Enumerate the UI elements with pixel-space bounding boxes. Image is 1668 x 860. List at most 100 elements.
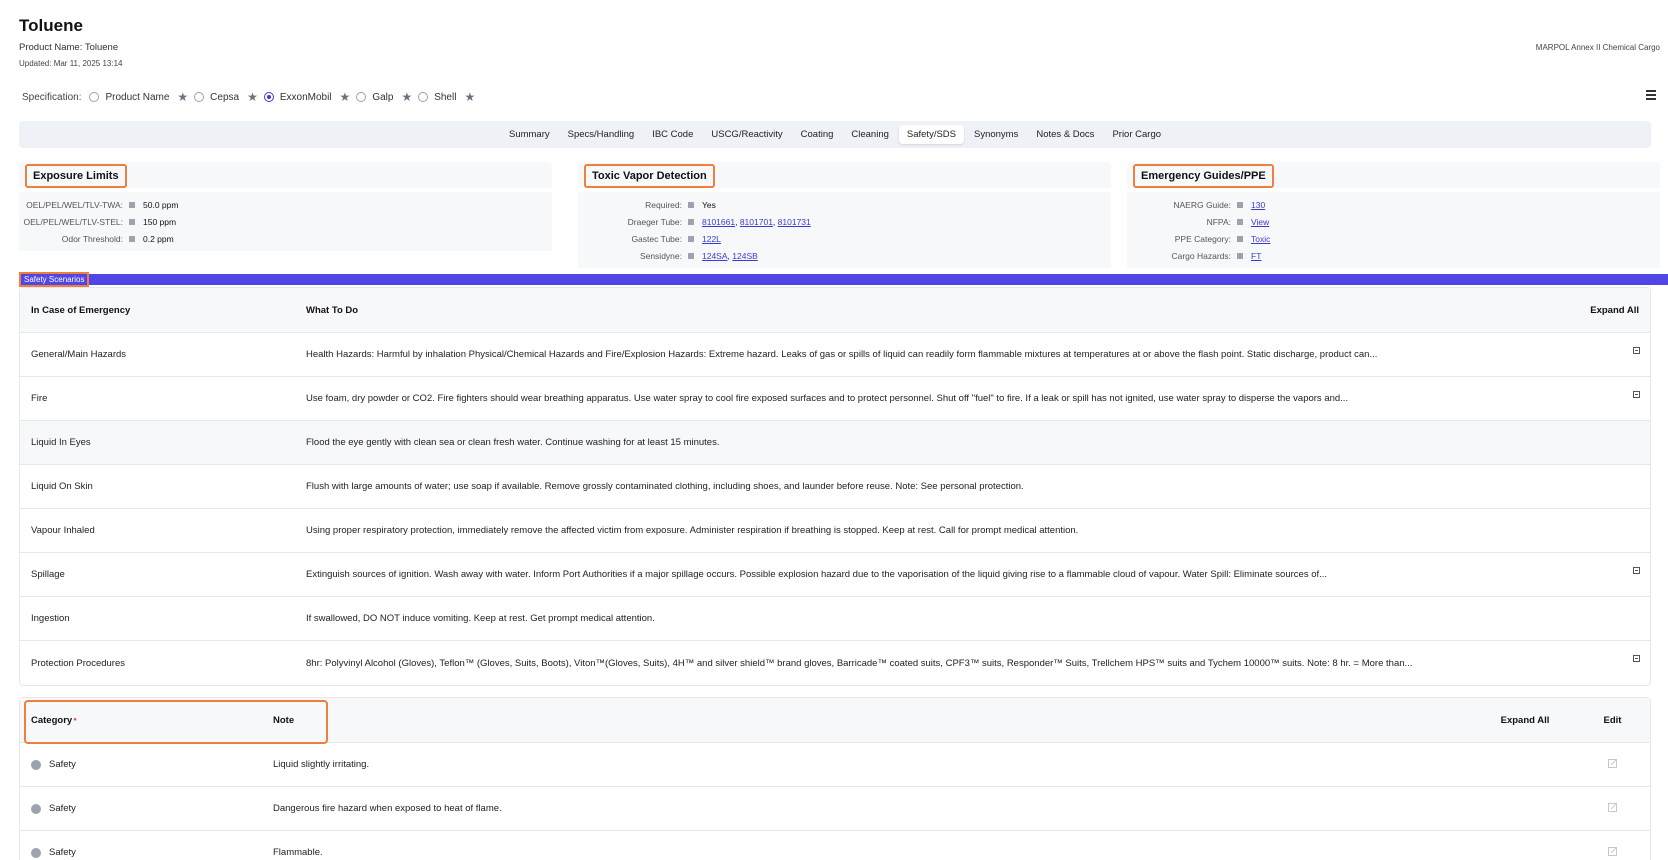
spec-option-exxonmobil[interactable]: ExxonMobil ★ xyxy=(263,90,351,104)
safety-scenarios-label: Safety Scenarios xyxy=(19,272,90,287)
bullet-icon xyxy=(129,235,135,242)
emergency-cell: Protection Procedures xyxy=(31,657,125,669)
expand-row-icon[interactable] xyxy=(1633,391,1640,398)
radio-button[interactable] xyxy=(356,92,367,102)
expand-all-button[interactable]: Expand All xyxy=(1530,305,1650,316)
status-dot-icon xyxy=(31,759,41,770)
tab-ibc-code[interactable]: IBC Code xyxy=(644,125,701,144)
edit-button[interactable] xyxy=(1575,802,1650,815)
note-cell: Dangerous fire hazard when exposed to he… xyxy=(273,803,502,814)
star-icon[interactable]: ★ xyxy=(340,90,351,104)
kv-key: PPE Category: xyxy=(1174,233,1231,244)
bullet-icon xyxy=(688,201,694,208)
card-body: Required: Yes Draeger Tube: 8101661, 81017… xyxy=(578,192,1111,268)
expand-row-icon[interactable] xyxy=(1633,655,1640,662)
emergency-guides-title: Emergency Guides/PPE xyxy=(1133,164,1274,188)
table-row: Spillage Extinguish sources of ignition.… xyxy=(20,553,1650,597)
column-header-emergency: In Case of Emergency xyxy=(31,304,131,316)
edit-icon[interactable] xyxy=(1607,758,1618,768)
spec-option-label: Galp xyxy=(372,91,394,103)
spec-option-shell[interactable]: Shell ★ xyxy=(418,90,475,104)
kv-key: NFPA: xyxy=(1206,216,1231,227)
table-row: Ingestion If swallowed, DO NOT induce vo… xyxy=(20,597,1650,641)
tab-specs-handling[interactable]: Specs/Handling xyxy=(560,125,643,144)
product-title: Toluene xyxy=(19,16,83,35)
ppe-category-link[interactable]: Toxic xyxy=(1251,234,1270,244)
naerg-guide-link[interactable]: 130 xyxy=(1251,200,1265,210)
edit-icon[interactable] xyxy=(1607,802,1618,812)
sensidyne-link[interactable]: 124SA xyxy=(702,251,728,261)
kv-row: Sensidyne: 124SA, 124SB xyxy=(578,247,1111,264)
expand-all-button[interactable]: Expand All xyxy=(1475,715,1575,726)
exposure-limits-title: Exposure Limits xyxy=(25,164,127,188)
toxic-vapor-card: Toxic Vapor Detection Required: Yes Draeg… xyxy=(578,162,1111,268)
kv-key: Draeger Tube: xyxy=(627,216,682,227)
tab-synonyms[interactable]: Synonyms xyxy=(966,125,1026,144)
edit-icon[interactable] xyxy=(1607,846,1618,856)
emergency-cell: Liquid In Eyes xyxy=(31,437,91,448)
star-icon[interactable]: ★ xyxy=(401,90,412,104)
draeger-link[interactable]: 8101731 xyxy=(778,217,811,227)
cargo-hazards-link[interactable]: FT xyxy=(1251,251,1261,261)
edit-button[interactable] xyxy=(1575,846,1650,859)
sensidyne-link[interactable]: 124SB xyxy=(732,251,758,261)
tab-summary[interactable]: Summary xyxy=(501,125,558,144)
table-row: Safety Liquid slightly irritating. xyxy=(20,743,1650,787)
emergency-cell: Spillage xyxy=(31,569,65,580)
kv-value: 122L xyxy=(702,234,721,244)
bullet-icon xyxy=(129,218,135,225)
draeger-link[interactable]: 8101661 xyxy=(702,217,735,227)
tab-cleaning[interactable]: Cleaning xyxy=(843,125,897,144)
kv-value: FT xyxy=(1251,251,1261,261)
draeger-link[interactable]: 8101701 xyxy=(740,217,773,227)
tab-prior-cargo[interactable]: Prior Cargo xyxy=(1104,125,1169,144)
card-body: OEL/PEL/WEL/TLV-TWA: 50.0 ppm OEL/PEL/WEL… xyxy=(19,192,552,251)
radio-button[interactable] xyxy=(418,92,429,102)
table-header: In Case of Emergency What To Do Expand A… xyxy=(20,288,1650,333)
radio-button[interactable] xyxy=(89,92,100,102)
edit-button[interactable] xyxy=(1575,758,1650,771)
kv-key: Sensidyne: xyxy=(639,250,682,261)
table-row: Liquid On Skin Flush with large amounts … xyxy=(20,465,1650,509)
table-row: Safety Dangerous fire hazard when expose… xyxy=(20,787,1650,831)
expand-row-icon[interactable] xyxy=(1633,347,1640,354)
star-icon[interactable]: ★ xyxy=(247,90,258,104)
what-to-do-cell: Flood the eye gently with clean sea or c… xyxy=(306,437,720,448)
emergency-cell: Ingestion xyxy=(31,613,70,624)
kv-value: 50.0 ppm xyxy=(143,199,179,210)
specification-bar: Specification: Product Name ★ Cepsa ★ Ex… xyxy=(22,90,481,104)
kv-value: 0.2 ppm xyxy=(143,233,174,244)
note-cell: Flammable. xyxy=(273,847,323,858)
star-icon[interactable]: ★ xyxy=(177,90,188,104)
tab-coating[interactable]: Coating xyxy=(793,125,842,144)
kv-value: 124SA, 124SB xyxy=(702,250,758,261)
nfpa-link[interactable]: View xyxy=(1251,217,1269,227)
regulation-label: MARPOL Annex II Chemical Cargo xyxy=(1535,43,1660,52)
bullet-icon xyxy=(1237,218,1243,225)
menu-icon[interactable] xyxy=(1646,90,1656,100)
kv-value: Yes xyxy=(702,199,716,210)
spec-option-label: Cepsa xyxy=(210,91,240,103)
tab-uscg-reactivity[interactable]: USCG/Reactivity xyxy=(703,125,790,144)
radio-button[interactable] xyxy=(194,92,205,102)
spec-option-product-name[interactable]: Product Name ★ xyxy=(89,90,188,104)
tab-safety-sds[interactable]: Safety/SDS xyxy=(898,125,964,144)
kv-key: NAERG Guide: xyxy=(1173,199,1231,210)
column-header-category[interactable]: Category ● xyxy=(20,715,273,726)
tab-notes-docs[interactable]: Notes & Docs xyxy=(1028,125,1102,144)
spec-option-label: Product Name xyxy=(105,91,170,103)
star-icon[interactable]: ★ xyxy=(464,90,475,104)
what-to-do-cell: Health Hazards: Harmful by inhalation Ph… xyxy=(306,349,1378,360)
expand-row-icon[interactable] xyxy=(1633,567,1640,574)
kv-key: Cargo Hazards: xyxy=(1171,250,1231,261)
gastec-link[interactable]: 122L xyxy=(702,234,721,244)
exposure-limits-card: Exposure Limits OEL/PEL/WEL/TLV-TWA: 50.0… xyxy=(19,162,552,251)
safety-scenarios-bar xyxy=(19,274,1668,285)
kv-row: Draeger Tube: 8101661, 8101701, 8101731 xyxy=(578,213,1111,230)
spec-option-label: Shell xyxy=(434,91,457,103)
spec-option-cepsa[interactable]: Cepsa ★ xyxy=(194,90,258,104)
sort-indicator-icon: ● xyxy=(73,717,77,723)
radio-button-selected[interactable] xyxy=(263,92,274,102)
spec-option-galp[interactable]: Galp ★ xyxy=(356,90,412,104)
card-body: NAERG Guide: 130 NFPA: View PPE Category: T… xyxy=(1127,192,1660,268)
